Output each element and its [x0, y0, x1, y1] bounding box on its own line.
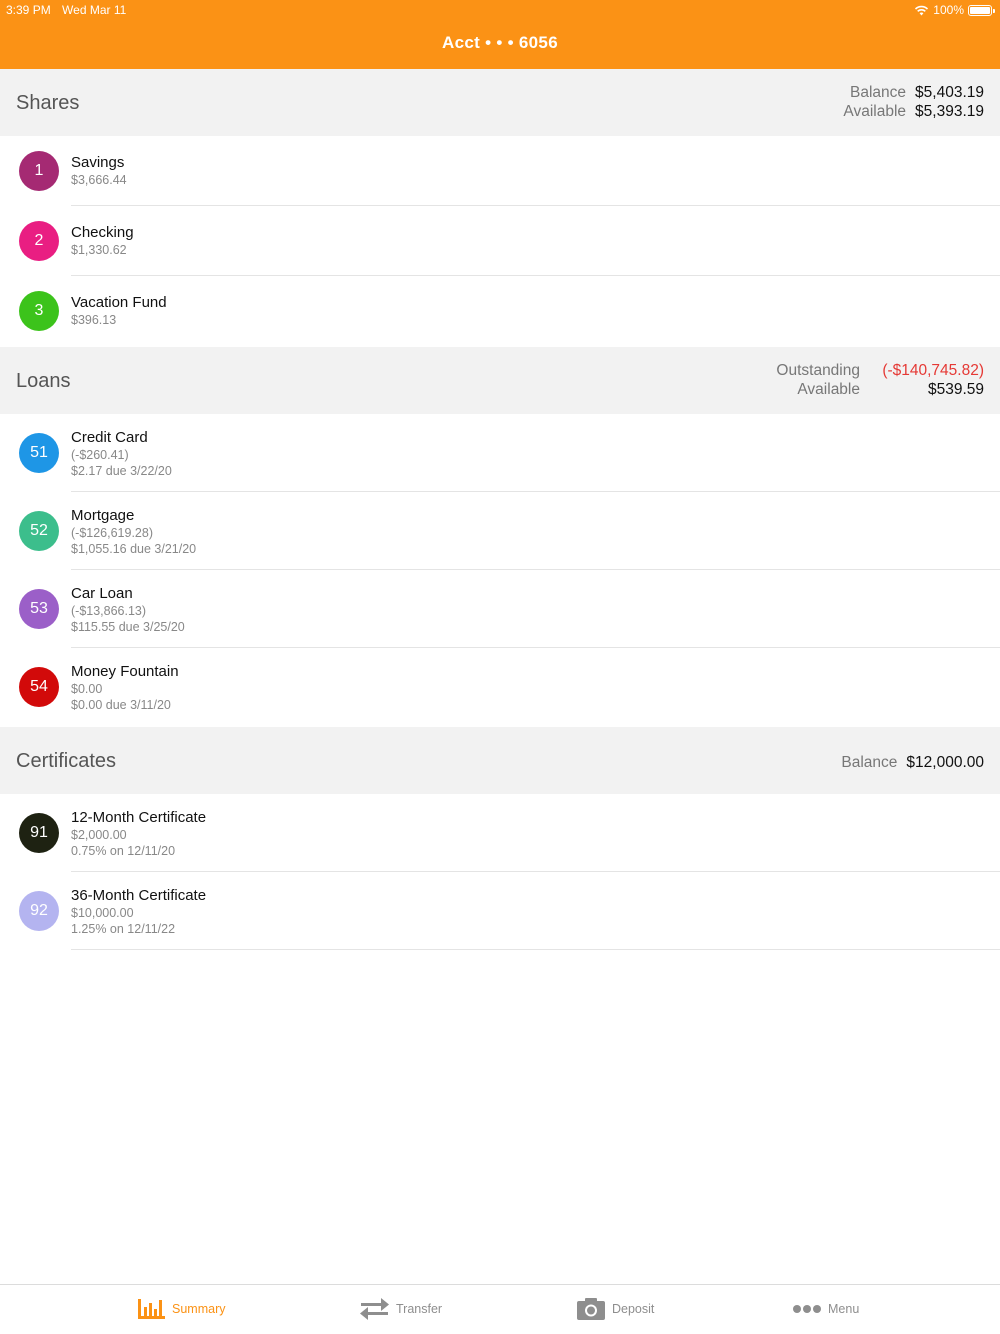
tab-label: Summary [172, 1302, 226, 1316]
loans-section-header: Loans Outstanding (-$140,745.82) Availabl… [0, 347, 1000, 414]
tab-label: Menu [828, 1302, 860, 1316]
total-value: $12,000.00 [906, 754, 984, 771]
tab-label: Deposit [612, 1302, 655, 1316]
camera-icon [577, 1298, 605, 1320]
tab-transfer[interactable]: Transfer [359, 1297, 442, 1321]
tab-bar: Summary Transfer Deposit Menu [0, 1284, 1000, 1334]
account-number-badge: 52 [19, 511, 59, 551]
account-number-badge: 3 [19, 291, 59, 331]
loans-totals: Outstanding (-$140,745.82) Available $539.… [770, 361, 984, 399]
account-name: Car Loan [71, 585, 133, 602]
account-number-badge: 54 [19, 667, 59, 707]
account-number-badge: 1 [19, 151, 59, 191]
total-value: (-$140,745.82) [882, 362, 984, 379]
account-row-checking[interactable]: 2 Checking $1,330.62 [0, 206, 1000, 276]
certificate-row-12-month[interactable]: 91 12-Month Certificate $2,000.00 0.75% … [0, 794, 1000, 872]
total-value: $539.59 [927, 381, 984, 398]
certificate-row-36-month[interactable]: 92 36-Month Certificate $10,000.00 1.25%… [0, 872, 1000, 950]
account-name: 36-Month Certificate [71, 887, 207, 904]
account-balance: $1,330.62 [71, 243, 127, 257]
total-label: Balance [850, 84, 907, 101]
transfer-arrows-icon [360, 1298, 389, 1320]
loan-row-mortgage[interactable]: 52 Mortgage (-$126,619.28) $1,055.16 due… [0, 492, 1000, 570]
payment-due: $1,055.16 due 3/21/20 [71, 542, 197, 556]
account-number-badge: 91 [19, 813, 59, 853]
loan-row-credit-card[interactable]: 51 Credit Card (-$260.41) $2.17 due 3/22… [0, 414, 1000, 492]
certificates-section-header: Certificates Balance $12,000.00 [0, 727, 1000, 794]
account-balance: $2,000.00 [71, 828, 127, 842]
payment-due: $0.00 due 3/11/20 [71, 698, 171, 712]
section-title: Loans [16, 370, 71, 392]
account-number-badge: 92 [19, 891, 59, 931]
more-dots-icon [793, 1305, 821, 1313]
payment-due: $115.55 due 3/25/20 [71, 620, 185, 634]
total-label: Outstanding [776, 362, 860, 379]
tab-summary[interactable]: Summary [136, 1297, 225, 1321]
tab-deposit[interactable]: Deposit [576, 1297, 654, 1321]
account-name: 12-Month Certificate [71, 809, 207, 826]
account-name: Money Fountain [71, 663, 179, 680]
account-balance: $3,666.44 [71, 173, 127, 187]
account-number-badge: 53 [19, 589, 59, 629]
account-name: Checking [71, 224, 134, 241]
account-balance: $10,000.00 [71, 906, 134, 920]
account-balance: $396.13 [71, 313, 117, 327]
account-number-badge: 2 [19, 221, 59, 261]
account-name: Savings [71, 154, 125, 171]
loan-row-car-loan[interactable]: 53 Car Loan (-$13,866.13) $115.55 due 3/… [0, 570, 1000, 648]
status-bar-left: 3:39 PM Wed Mar 11 [6, 3, 134, 17]
page-title: Acct • • • 6056 [442, 33, 558, 52]
payment-due: $2.17 due 3/22/20 [71, 464, 172, 478]
account-row-vacation-fund[interactable]: 3 Vacation Fund $396.13 [0, 276, 1000, 347]
total-value: $5,403.19 [915, 84, 984, 101]
section-title: Shares [16, 92, 80, 114]
total-label: Balance [841, 754, 898, 771]
bar-chart-icon [138, 1299, 165, 1319]
account-number-badge: 51 [19, 433, 59, 473]
nav-header: 3:39 PM Wed Mar 11 100% Acct • • • 6056 [0, 0, 1000, 69]
status-time: 3:39 PM [6, 3, 51, 17]
account-balance: (-$260.41) [71, 448, 129, 462]
rate-maturity: 0.75% on 12/11/20 [71, 844, 176, 858]
total-label: Available [843, 103, 907, 120]
tab-menu[interactable]: Menu [792, 1297, 859, 1321]
total-label: Available [797, 381, 860, 398]
certificates-totals: Balance $12,000.00 [841, 753, 984, 772]
account-name: Mortgage [71, 507, 135, 524]
shares-section-header: Shares Balance $5,403.19 Available $5,393.… [0, 69, 1000, 136]
account-name: Credit Card [71, 429, 148, 446]
account-row-savings[interactable]: 1 Savings $3,666.44 [0, 136, 1000, 206]
tab-label: Transfer [396, 1302, 443, 1316]
status-bar-right: 100% [914, 3, 995, 17]
divider [71, 949, 1000, 950]
account-balance: $0.00 [71, 682, 103, 696]
shares-totals: Balance $5,403.19 Available $5,393.19 [843, 83, 984, 121]
status-date: Wed Mar 11 [62, 3, 127, 17]
battery-percent: 100% [933, 3, 964, 17]
account-name: Vacation Fund [71, 294, 167, 311]
section-title: Certificates [16, 750, 117, 772]
account-balance: (-$13,866.13) [71, 604, 147, 618]
battery-icon [968, 4, 995, 16]
account-balance: (-$126,619.28) [71, 526, 154, 540]
rate-maturity: 1.25% on 12/11/22 [71, 922, 176, 936]
total-value: $5,393.19 [915, 103, 984, 120]
wifi-icon [915, 5, 929, 15]
loan-row-money-fountain[interactable]: 54 Money Fountain $0.00 $0.00 due 3/11/2… [0, 648, 1000, 727]
